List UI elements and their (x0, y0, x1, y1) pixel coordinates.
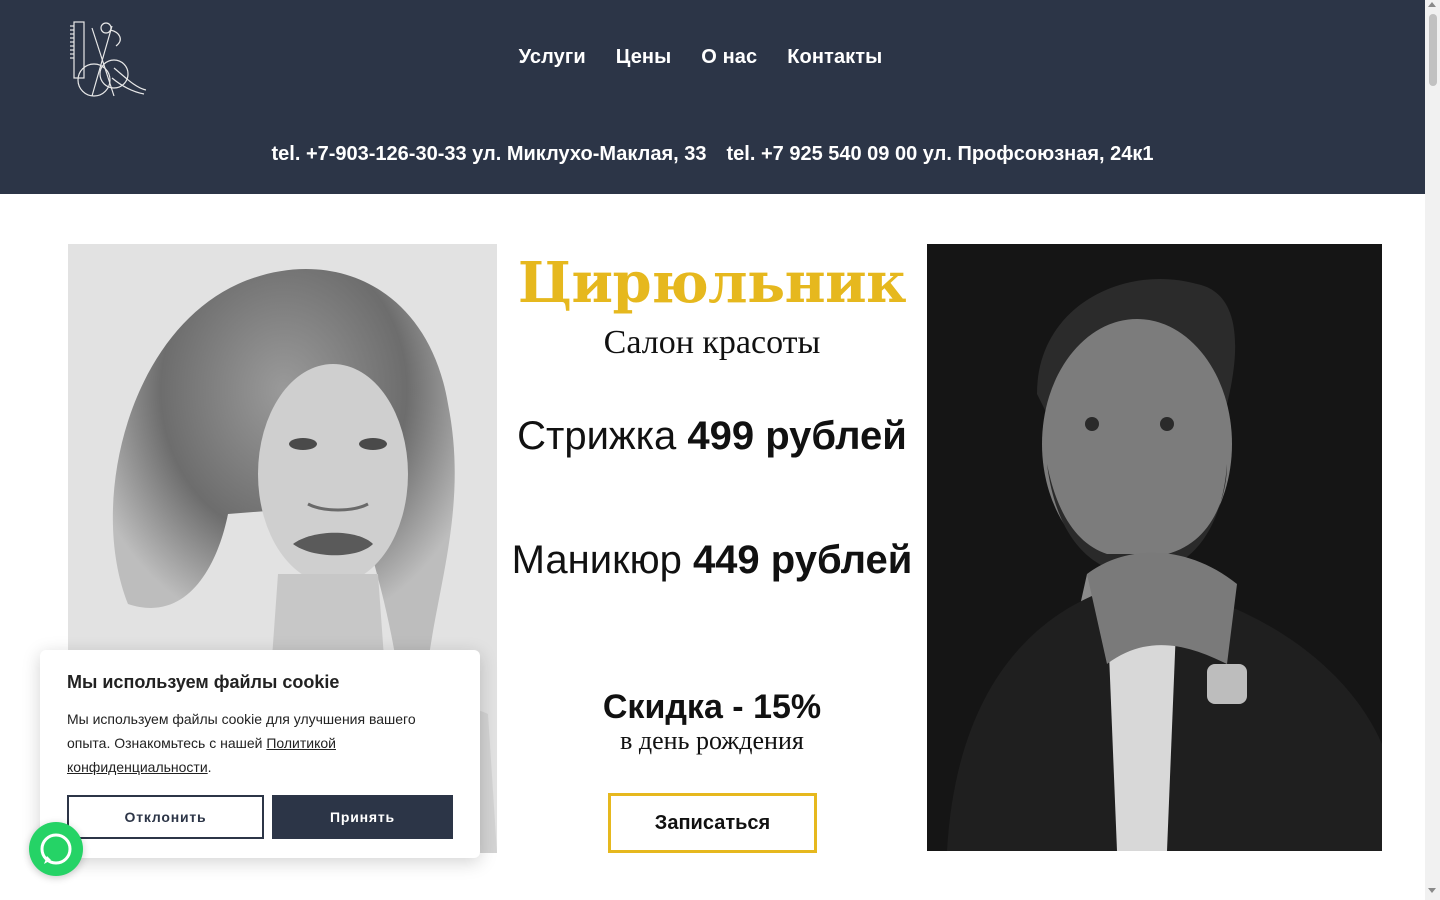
man-portrait-photo (927, 244, 1382, 851)
nav-item-prices[interactable]: Цены (616, 46, 672, 69)
whatsapp-icon[interactable] (29, 822, 83, 876)
cookie-accept-button[interactable]: Принять (272, 795, 453, 839)
site-header: Услуги Цены О нас Контакты tel. +7-903-1… (0, 0, 1425, 194)
price-haircut: Стрижка 499 рублей (497, 414, 927, 459)
cookie-text-body: Мы используем файлы cookie для улучшения… (67, 711, 416, 751)
price-manicure-value: 449 рублей (692, 538, 913, 582)
price-manicure-label: Маникюр (511, 538, 693, 582)
discount-title: Скидка - 15% (602, 688, 822, 726)
cookie-text-end: . (207, 759, 212, 775)
scroll-thumb[interactable] (1429, 14, 1437, 86)
nav-item-services[interactable]: Услуги (519, 46, 586, 69)
contact-phone-2[interactable]: tel. +7 925 540 09 00 ул. Профсоюзная, 2… (727, 143, 1154, 165)
whatsapp-glyph-icon (40, 833, 72, 865)
contact-phone-1[interactable]: tel. +7-903-126-30-33 ул. Миклухо-Маклая… (271, 143, 706, 165)
nav-item-contacts[interactable]: Контакты (787, 46, 882, 69)
cookie-decline-button[interactable]: Отклонить (67, 795, 264, 839)
man-portrait-image (927, 244, 1382, 851)
cookie-banner: Мы используем файлы cookie Мы используем… (40, 650, 480, 858)
scroll-down-icon[interactable] (1428, 888, 1436, 893)
header-contacts: tel. +7-903-126-30-33 ул. Миклухо-Маклая… (0, 143, 1425, 166)
nav-item-about[interactable]: О нас (701, 46, 757, 69)
price-manicure: Маникюр 449 рублей (497, 538, 927, 583)
price-haircut-label: Стрижка (517, 414, 688, 458)
book-button[interactable]: Записаться (608, 793, 817, 853)
main-nav: Услуги Цены О нас Контакты (0, 46, 1413, 69)
price-haircut-value: 499 рублей (687, 414, 907, 458)
cookie-text: Мы используем файлы cookie для улучшения… (67, 707, 447, 779)
brand-subtitle: Салон красоты (603, 324, 821, 361)
cookie-title: Мы используем файлы cookie (67, 672, 340, 692)
brand-title: Цирюльник (517, 250, 907, 316)
discount-subtitle: в день рождения (620, 726, 804, 755)
page-scrollbar[interactable] (1425, 0, 1440, 900)
scroll-up-icon[interactable] (1428, 2, 1436, 7)
cookie-buttons: Отклонить Принять (67, 795, 453, 839)
